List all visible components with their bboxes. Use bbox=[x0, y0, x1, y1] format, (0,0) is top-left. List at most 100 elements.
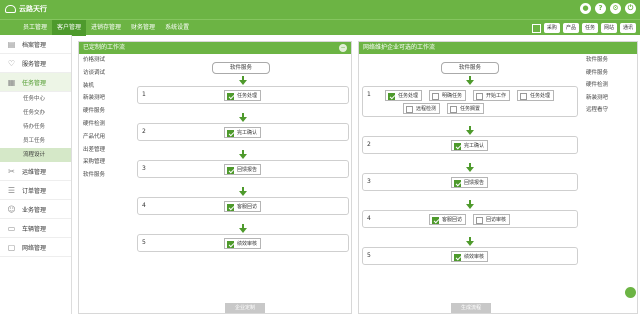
nav-item[interactable]: 财务管理 bbox=[126, 20, 160, 36]
sidebar-item-label: 业务管理 bbox=[22, 206, 47, 214]
quick-button[interactable]: 采购 bbox=[543, 23, 560, 33]
flow-arrow bbox=[466, 76, 474, 85]
workflow-type-item[interactable]: 采购管理 bbox=[79, 156, 133, 169]
customize-button[interactable]: 企业定制 bbox=[225, 303, 265, 313]
help-icon[interactable]: ? bbox=[595, 3, 606, 14]
quick-button[interactable]: 通讯 bbox=[619, 23, 636, 33]
sidebar-subitem[interactable]: 流程设计 bbox=[0, 148, 71, 162]
sidebar-subitem[interactable]: 任务交办 bbox=[0, 106, 71, 120]
sidebar-item[interactable]: ▦ 任务管理 bbox=[0, 73, 71, 92]
quick-button[interactable]: 产品 bbox=[562, 23, 579, 33]
user-icon[interactable]: ● bbox=[580, 3, 591, 14]
checkbox-icon[interactable] bbox=[476, 93, 483, 100]
nav-item[interactable]: 客户管理 bbox=[52, 20, 87, 36]
workflow-type-item[interactable]: 硬件检测 bbox=[79, 118, 133, 131]
task-checkbox[interactable]: 明确任务 bbox=[429, 90, 467, 101]
quick-button[interactable]: 网站 bbox=[600, 23, 617, 33]
task-checkbox[interactable]: 客服回访 bbox=[224, 201, 262, 212]
task-checkbox[interactable]: 回访审核 bbox=[473, 214, 511, 225]
nav-item[interactable]: 员工管理 bbox=[18, 20, 52, 36]
task-checkbox[interactable]: 完工确认 bbox=[224, 127, 262, 138]
stage-number: 5 bbox=[367, 252, 371, 259]
task-checkbox[interactable]: 完工确认 bbox=[451, 140, 489, 151]
sidebar-item[interactable]: ☰ 订单管理 bbox=[0, 181, 71, 200]
task-checkbox[interactable]: 远程检测 bbox=[403, 103, 441, 114]
checkbox-icon[interactable] bbox=[454, 180, 461, 187]
grid-icon[interactable] bbox=[531, 23, 541, 33]
stage-number: 5 bbox=[142, 239, 146, 246]
calendar-icon: ▦ bbox=[7, 77, 16, 87]
task-label: 任务处理 bbox=[237, 93, 258, 99]
task-checkbox[interactable]: 绩效审核 bbox=[224, 238, 262, 249]
task-label: 回访审核 bbox=[486, 217, 507, 223]
flow-stage: 3 回馈报告 bbox=[362, 173, 578, 191]
workflow-type-item[interactable]: 装机 bbox=[79, 80, 133, 93]
sidebar-item[interactable]: ♡ 服务管理 bbox=[0, 54, 71, 73]
task-checkbox[interactable]: 任务搁置 bbox=[447, 103, 485, 114]
workflow-type-item[interactable]: 访谈调试 bbox=[79, 67, 133, 80]
checkbox-icon[interactable] bbox=[476, 217, 483, 224]
settings-icon[interactable]: ⚙ bbox=[610, 3, 621, 14]
checkbox-icon[interactable] bbox=[432, 93, 439, 100]
start-node[interactable]: 软件服务 bbox=[212, 62, 270, 74]
sidebar-subitem[interactable]: 任务中心 bbox=[0, 92, 71, 106]
monitor-icon: ▢ bbox=[7, 242, 16, 252]
floating-action-button[interactable] bbox=[625, 287, 636, 298]
sidebar-item[interactable]: ▢ 网络管理 bbox=[0, 238, 71, 257]
quick-buttons: 采购 产品 任务 网站 通讯 bbox=[531, 23, 636, 33]
workflow-type-item[interactable]: 硬件服务 bbox=[79, 105, 133, 118]
task-checkbox[interactable]: 绩效审核 bbox=[451, 251, 489, 262]
task-checkbox[interactable]: 回馈报告 bbox=[451, 177, 489, 188]
checkbox-icon[interactable] bbox=[227, 167, 234, 174]
car-icon: ▭ bbox=[7, 223, 16, 233]
workflow-type-item[interactable]: 出差管理 bbox=[79, 144, 133, 157]
workflow-side-item[interactable]: 新装测吧 bbox=[582, 92, 638, 105]
checkbox-icon[interactable] bbox=[227, 130, 234, 137]
checkbox-icon[interactable] bbox=[227, 204, 234, 211]
checkbox-icon[interactable] bbox=[227, 241, 234, 248]
checkbox-icon[interactable] bbox=[406, 106, 413, 113]
task-label: 任务处理 bbox=[398, 93, 419, 99]
task-checkbox[interactable]: 开始工作 bbox=[473, 90, 511, 101]
top-bar: 云路天行 ● ? ⚙ ⏻ bbox=[0, 0, 640, 19]
sidebar-item[interactable]: ☺ 业务管理 bbox=[0, 200, 71, 219]
checkbox-icon[interactable] bbox=[388, 93, 395, 100]
nav-item[interactable]: 进销存管理 bbox=[86, 20, 126, 36]
sidebar-item[interactable]: ✂ 运维管理 bbox=[0, 162, 71, 181]
task-checkbox[interactable]: 回馈报告 bbox=[224, 164, 262, 175]
workflow-type-item[interactable]: 产品代用 bbox=[79, 131, 133, 144]
checkbox-icon[interactable] bbox=[227, 93, 234, 100]
archive-icon: ▤ bbox=[7, 39, 16, 49]
task-checkbox[interactable]: 任务处理 bbox=[224, 90, 262, 101]
workflow-side-list: 软件服务 硬件服务 硬件检测 新装测吧 远程看守 bbox=[582, 54, 638, 117]
sidebar-item[interactable]: ▤ 档案管理 bbox=[0, 35, 71, 54]
app-logo: 云路天行 bbox=[5, 4, 47, 14]
task-checkbox[interactable]: 客服回访 bbox=[429, 214, 467, 225]
start-node[interactable]: 软件服务 bbox=[441, 62, 499, 74]
collapse-icon[interactable]: − bbox=[339, 44, 347, 52]
sidebar-item[interactable]: ▭ 车辆管理 bbox=[0, 219, 71, 238]
task-label: 任务搁置 bbox=[460, 106, 481, 112]
task-checkbox[interactable]: 任务处理 bbox=[385, 90, 423, 101]
task-checkbox[interactable]: 任务处理 bbox=[517, 90, 555, 101]
sidebar-subitem[interactable]: 员工任务 bbox=[0, 134, 71, 148]
power-icon[interactable]: ⏻ bbox=[625, 3, 636, 14]
workflow-type-item[interactable]: 新装测吧 bbox=[79, 92, 133, 105]
document-icon: ☰ bbox=[7, 185, 16, 195]
workflow-side-item[interactable]: 硬件检测 bbox=[582, 79, 638, 92]
sidebar-subitem[interactable]: 待办任务 bbox=[0, 120, 71, 134]
workflow-type-item[interactable]: 价格测试 bbox=[79, 54, 133, 67]
checkbox-icon[interactable] bbox=[454, 254, 461, 261]
checkbox-icon[interactable] bbox=[450, 106, 457, 113]
quick-button[interactable]: 任务 bbox=[581, 23, 598, 33]
checkbox-icon[interactable] bbox=[454, 143, 461, 150]
generate-flow-button[interactable]: 生成流程 bbox=[451, 303, 491, 313]
nav-item[interactable]: 系统设置 bbox=[160, 20, 194, 36]
workflow-side-item[interactable]: 硬件服务 bbox=[582, 67, 638, 80]
workflow-side-item[interactable]: 远程看守 bbox=[582, 104, 638, 117]
sidebar: ▤ 档案管理 ♡ 服务管理 ▦ 任务管理 任务中心 任务交办 待办任务 员工任务 流程设计 ✂ 运维管理… bbox=[0, 35, 72, 314]
workflow-type-item[interactable]: 软件服务 bbox=[79, 169, 133, 182]
checkbox-icon[interactable] bbox=[520, 93, 527, 100]
checkbox-icon[interactable] bbox=[432, 217, 439, 224]
workflow-side-item[interactable]: 软件服务 bbox=[582, 54, 638, 67]
